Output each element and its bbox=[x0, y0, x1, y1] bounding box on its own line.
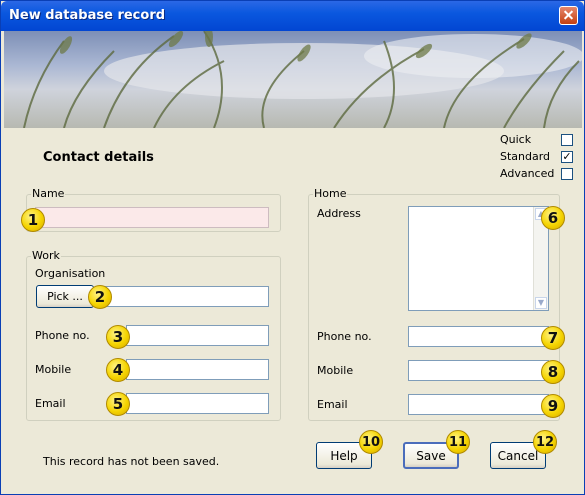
grass-photo bbox=[23, 31, 582, 128]
work-email-field[interactable] bbox=[126, 393, 269, 414]
work-mobile-field[interactable] bbox=[126, 359, 269, 380]
home-mobile-label: Mobile bbox=[317, 364, 354, 377]
mode-label-quick: Quick bbox=[500, 133, 532, 146]
name-group-legend: Name bbox=[31, 187, 66, 200]
home-email-label: Email bbox=[317, 398, 348, 411]
mode-label-standard: Standard bbox=[500, 150, 551, 163]
pick-organisation-button[interactable]: Pick ... bbox=[36, 285, 94, 308]
home-group-legend: Home bbox=[313, 187, 348, 200]
scroll-down-icon[interactable]: ▼ bbox=[535, 297, 547, 309]
callout-8: 8 bbox=[541, 360, 565, 384]
title-bar[interactable]: New database record bbox=[1, 1, 584, 31]
callout-7: 7 bbox=[541, 326, 565, 350]
save-status-text: This record has not been saved. bbox=[43, 455, 220, 468]
work-group-legend: Work bbox=[31, 249, 61, 262]
banner-image bbox=[4, 31, 582, 128]
home-phone-field[interactable] bbox=[408, 326, 549, 347]
callout-3: 3 bbox=[106, 325, 130, 349]
work-email-label: Email bbox=[35, 397, 66, 410]
window-title: New database record bbox=[9, 8, 166, 23]
work-phone-label: Phone no. bbox=[35, 329, 90, 342]
callout-10: 10 bbox=[359, 430, 383, 454]
home-address-field[interactable]: ▲ ▼ bbox=[408, 206, 549, 311]
work-phone-field[interactable] bbox=[126, 325, 269, 346]
callout-4: 4 bbox=[106, 358, 130, 382]
callout-1: 1 bbox=[21, 208, 45, 232]
mode-label-advanced: Advanced bbox=[500, 167, 555, 180]
callout-9: 9 bbox=[541, 394, 565, 418]
checkmark-icon: ✓ bbox=[562, 150, 572, 163]
organisation-field[interactable] bbox=[95, 286, 269, 307]
callout-11: 11 bbox=[446, 430, 470, 454]
home-email-field[interactable] bbox=[408, 394, 549, 415]
standard-checkbox[interactable]: ✓ bbox=[561, 151, 573, 163]
dialog-window: New database record Quick Standard ✓ Adv… bbox=[0, 0, 585, 495]
organisation-label: Organisation bbox=[35, 267, 106, 280]
close-icon[interactable] bbox=[559, 6, 578, 25]
callout-5: 5 bbox=[106, 392, 130, 416]
quick-checkbox[interactable] bbox=[561, 134, 573, 146]
advanced-checkbox[interactable] bbox=[561, 168, 573, 180]
callout-6: 6 bbox=[541, 206, 565, 230]
callout-12: 12 bbox=[533, 430, 557, 454]
home-mobile-field[interactable] bbox=[408, 360, 549, 381]
name-field[interactable] bbox=[35, 207, 269, 228]
section-title: Contact details bbox=[43, 150, 154, 165]
home-phone-label: Phone no. bbox=[317, 330, 372, 343]
callout-2: 2 bbox=[88, 285, 112, 309]
home-address-label: Address bbox=[317, 207, 361, 220]
work-mobile-label: Mobile bbox=[35, 363, 72, 376]
